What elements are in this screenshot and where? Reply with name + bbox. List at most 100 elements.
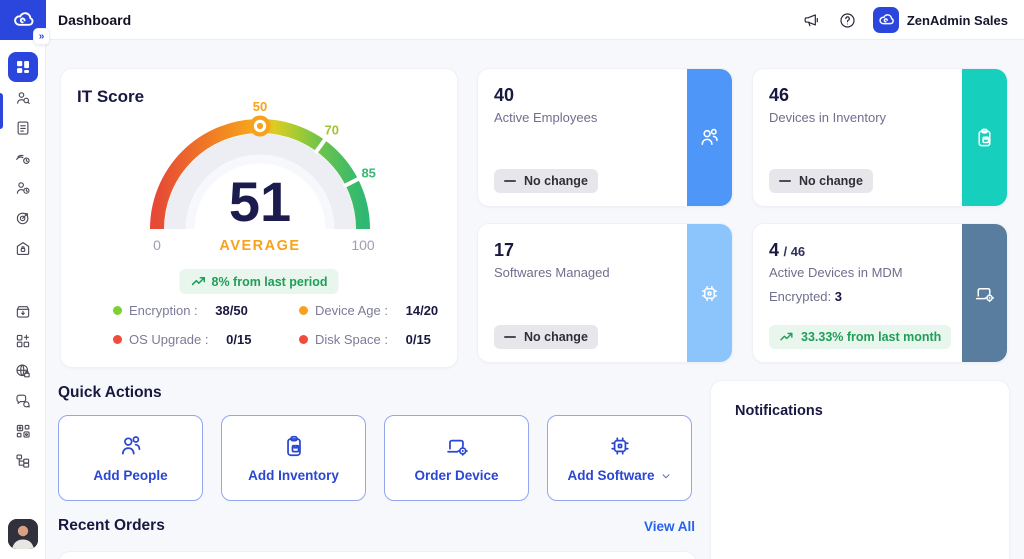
stat-card-active-employees: 40 Active Employees No change bbox=[477, 68, 733, 207]
svg-text:51: 51 bbox=[229, 170, 291, 233]
stat-card-mdm-devices: 4 / 46 Active Devices in MDM Encrypted: … bbox=[752, 223, 1008, 363]
legend-item: Device Age : 14/20 bbox=[299, 303, 438, 318]
it-score-gauge: 507085010051AVERAGE bbox=[61, 97, 459, 259]
stat-label: Softwares Managed bbox=[494, 265, 716, 280]
person-clock-icon bbox=[14, 179, 32, 197]
legend-item: Encryption : 38/50 bbox=[113, 303, 299, 318]
sidebar-item-dashboard[interactable] bbox=[8, 52, 38, 82]
trend-up-icon bbox=[191, 274, 206, 289]
chevron-down-icon bbox=[660, 470, 672, 482]
stat-label: Devices in Inventory bbox=[769, 110, 991, 125]
dashboard-icon bbox=[14, 58, 32, 76]
announcements-button[interactable] bbox=[801, 9, 823, 31]
it-score-card: IT Score 507085010051AVERAGE 8% from las… bbox=[60, 68, 458, 368]
sidebar-item-chat[interactable] bbox=[8, 387, 38, 415]
notifications-title: Notifications bbox=[735, 403, 823, 419]
user-avatar[interactable] bbox=[8, 519, 38, 549]
stat-value-suffix: / 46 bbox=[783, 244, 805, 259]
svg-text:100: 100 bbox=[351, 237, 375, 253]
legend-dot bbox=[299, 306, 308, 315]
hand-clock-icon bbox=[14, 149, 32, 167]
trend-up-icon bbox=[779, 330, 793, 344]
stat-label: Active Employees bbox=[494, 110, 716, 125]
grid-gear-icon bbox=[14, 422, 32, 440]
grid-plus-icon bbox=[14, 332, 32, 350]
software-chip-icon bbox=[698, 282, 721, 305]
stat-label: Active Devices in MDM bbox=[769, 265, 991, 280]
no-change-badge: No change bbox=[494, 169, 598, 193]
people-icon bbox=[698, 126, 721, 149]
stat-bar bbox=[962, 69, 1007, 206]
dash-icon bbox=[779, 180, 791, 182]
document-icon bbox=[14, 119, 32, 137]
legend-dot bbox=[299, 335, 308, 344]
encrypted-count: Encrypted: 3 bbox=[769, 289, 991, 304]
recent-orders-table bbox=[58, 551, 697, 559]
add-software-button[interactable]: Add Software bbox=[547, 415, 692, 501]
account-switcher[interactable]: ZenAdmin Sales bbox=[873, 7, 1008, 33]
sidebar-item-apps-add[interactable] bbox=[8, 327, 38, 355]
svg-text:85: 85 bbox=[361, 166, 375, 181]
notifications-panel: Notifications bbox=[710, 380, 1010, 559]
legend-item: OS Upgrade : 0/15 bbox=[113, 332, 299, 347]
stat-value: 40 bbox=[494, 85, 716, 106]
help-button[interactable] bbox=[837, 9, 859, 31]
sidebar-expand-button[interactable]: » bbox=[33, 28, 50, 45]
stat-value: 4 bbox=[769, 240, 779, 260]
stat-card-softwares-managed: 17 Softwares Managed No change bbox=[477, 223, 733, 363]
sidebar-item-globe-lock[interactable] bbox=[8, 357, 38, 385]
no-change-badge: No change bbox=[769, 169, 873, 193]
sidebar-item-org-chart[interactable] bbox=[8, 447, 38, 475]
globe-lock-icon bbox=[14, 362, 32, 380]
order-device-button[interactable]: Order Device bbox=[384, 415, 529, 501]
org-chart-icon bbox=[14, 452, 32, 470]
inventory-clipboard-icon bbox=[973, 126, 996, 149]
box-inbox-icon bbox=[14, 302, 32, 320]
svg-text:0: 0 bbox=[153, 237, 161, 253]
recent-orders-title: Recent Orders bbox=[58, 517, 165, 535]
target-icon bbox=[14, 209, 32, 227]
sidebar-item-home-lock[interactable] bbox=[8, 234, 38, 262]
software-chip-icon bbox=[607, 433, 633, 459]
megaphone-icon bbox=[802, 11, 821, 30]
it-score-legend: Encryption : 38/50 Device Age : 14/20 OS… bbox=[113, 303, 438, 347]
add-people-button[interactable]: Add People bbox=[58, 415, 203, 501]
quick-actions-title: Quick Actions bbox=[58, 384, 162, 402]
chat-icon bbox=[14, 392, 32, 410]
legend-item: Disk Space : 0/15 bbox=[299, 332, 438, 347]
sidebar bbox=[0, 40, 46, 559]
cloud-logo-icon bbox=[11, 8, 35, 32]
sidebar-item-person-clock[interactable] bbox=[8, 174, 38, 202]
dash-icon bbox=[504, 336, 516, 338]
sidebar-item-inbox[interactable] bbox=[8, 297, 38, 325]
view-all-link[interactable]: View All bbox=[644, 519, 695, 534]
stat-value: 17 bbox=[494, 240, 716, 261]
top-bar: Dashboard ZenAdmin Sales bbox=[0, 0, 1024, 40]
stat-bar bbox=[687, 69, 732, 206]
dash-icon bbox=[504, 180, 516, 182]
page-title: Dashboard bbox=[58, 0, 131, 40]
device-gear-icon bbox=[444, 433, 470, 459]
stat-bar bbox=[687, 224, 732, 362]
trend-badge: 8% from last period bbox=[180, 269, 339, 294]
svg-text:AVERAGE: AVERAGE bbox=[219, 238, 300, 254]
active-indicator bbox=[0, 93, 3, 129]
sidebar-item-target[interactable] bbox=[8, 204, 38, 232]
sidebar-item-hand-clock[interactable] bbox=[8, 144, 38, 172]
help-icon bbox=[838, 11, 857, 30]
avatar-image bbox=[8, 519, 38, 549]
trend-badge: 33.33% from last month bbox=[769, 325, 951, 349]
people-search-icon bbox=[14, 89, 32, 107]
home-lock-icon bbox=[14, 239, 32, 257]
account-logo-icon bbox=[873, 7, 899, 33]
inventory-clipboard-icon bbox=[281, 433, 307, 459]
stat-card-devices-inventory: 46 Devices in Inventory No change bbox=[752, 68, 1008, 207]
svg-text:70: 70 bbox=[324, 122, 338, 137]
sidebar-item-integrations[interactable] bbox=[8, 417, 38, 445]
sidebar-item-documents[interactable] bbox=[8, 114, 38, 142]
legend-dot bbox=[113, 335, 122, 344]
add-inventory-button[interactable]: Add Inventory bbox=[221, 415, 366, 501]
people-icon bbox=[118, 433, 144, 459]
stat-bar bbox=[962, 224, 1007, 362]
sidebar-item-people-search[interactable] bbox=[8, 84, 38, 112]
